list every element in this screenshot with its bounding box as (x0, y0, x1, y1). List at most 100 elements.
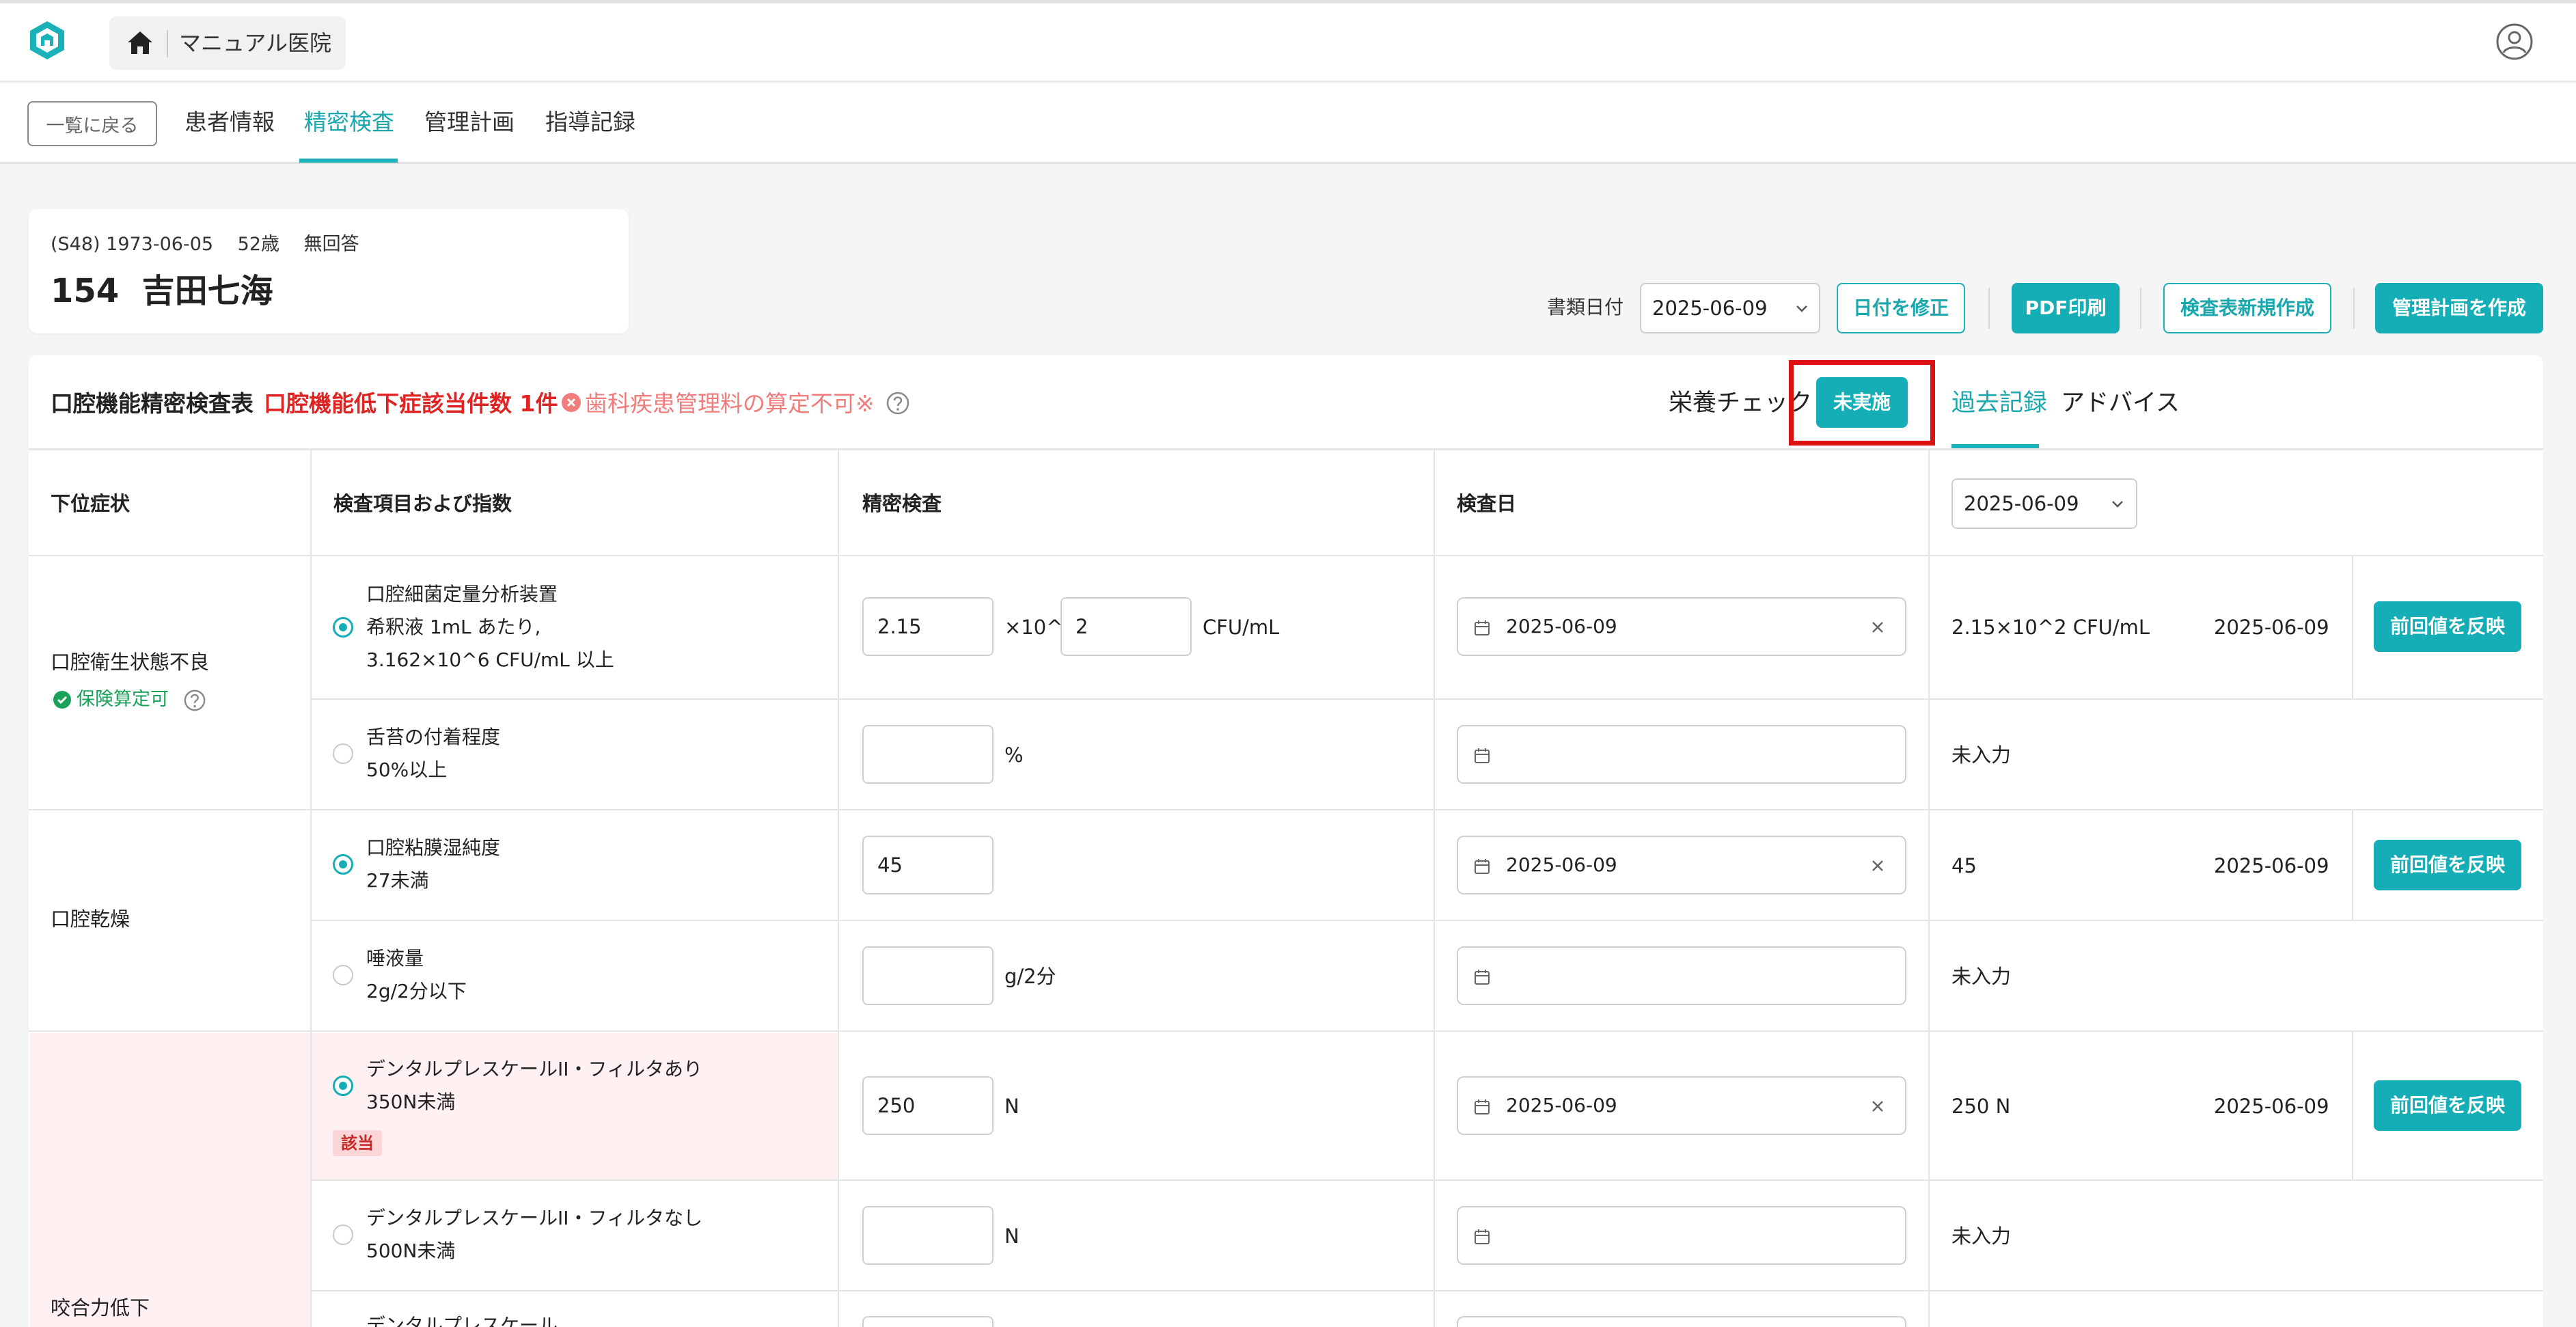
back-to-list-button[interactable]: 一覧に戻る (27, 101, 157, 146)
table-divider (29, 555, 2543, 556)
previous-value-empty: 未入力 (1951, 965, 2012, 988)
item-name: 舌苔の付着程度 (366, 726, 501, 748)
exam-value-input[interactable] (862, 1076, 994, 1135)
tab-detailed-exam[interactable]: 精密検査 (304, 107, 394, 138)
header-exam-date: 検査日 (1457, 492, 1517, 515)
row-select-radio[interactable] (333, 617, 353, 638)
unit-label: g/2分 (1004, 965, 1056, 988)
table-col-divider (2352, 809, 2353, 920)
table-col-divider (1928, 450, 1930, 1327)
tab-guidance-record[interactable]: 指導記録 (545, 107, 635, 138)
exam-value-input[interactable] (862, 1316, 994, 1327)
previous-value-empty: 未入力 (1951, 1225, 2012, 1248)
clear-icon[interactable] (1869, 1098, 1886, 1114)
toolbar-divider (1988, 288, 1990, 329)
apply-previous-button[interactable]: 前回値を反映 (2374, 601, 2521, 652)
exam-date-picker[interactable] (1457, 1316, 1906, 1327)
row-select-radio[interactable] (333, 1076, 353, 1096)
active-tab-indicator (299, 159, 398, 163)
tab-advice[interactable]: アドバイス (2061, 387, 2180, 420)
tab-management-plan[interactable]: 管理計画 (424, 107, 515, 138)
new-sheet-button[interactable]: 検査表新規作成 (2163, 283, 2331, 333)
symptom-oral-dryness: 口腔乾燥 (51, 907, 131, 931)
exam-date-picker[interactable]: 2025-06-09 (1457, 1076, 1906, 1135)
table-divider (29, 1030, 2543, 1032)
nutrition-status-button[interactable]: 未実施 (1816, 377, 1908, 428)
home-icon[interactable] (125, 28, 155, 58)
exponent-input[interactable] (1060, 597, 1192, 656)
error-circle-icon (562, 393, 581, 412)
table-col-divider (310, 450, 312, 1327)
table-divider (310, 1179, 2543, 1181)
table-col-divider (1434, 450, 1435, 1327)
clear-icon[interactable] (1869, 858, 1886, 874)
tab-past-records[interactable]: 過去記録 (1951, 387, 2047, 420)
toolbar-divider (2140, 288, 2141, 329)
row-select-radio[interactable] (333, 965, 353, 985)
applicable-badge: 該当 (333, 1130, 382, 1156)
doc-date-select[interactable]: 2025-06-09 (1640, 283, 1820, 333)
item-criteria: 27未満 (366, 869, 429, 892)
item-name: デンタルプレスケールII・フィルタあり (366, 1058, 702, 1080)
tab-patient-info[interactable]: 患者情報 (184, 107, 275, 138)
unit-label: CFU/mL (1203, 616, 1280, 639)
item-criteria: 350N未満 (366, 1091, 456, 1113)
calendar-icon (1475, 620, 1490, 635)
help-icon[interactable] (886, 391, 910, 415)
calendar-icon (1475, 1229, 1490, 1244)
pdf-print-button[interactable]: PDF印刷 (2012, 283, 2120, 333)
create-plan-button[interactable]: 管理計画を作成 (2375, 283, 2543, 333)
exam-value-input[interactable] (862, 836, 994, 894)
table-divider (29, 809, 2543, 810)
previous-value-empty: 未入力 (1951, 743, 2012, 767)
management-fee-error: 歯科疾患管理料の算定不可※ (585, 390, 875, 417)
unit-label: N (1004, 1095, 1019, 1118)
calendar-icon (1475, 1099, 1490, 1114)
calendar-icon (1475, 748, 1490, 763)
unit-label: % (1004, 743, 1024, 767)
exam-date-picker[interactable] (1457, 946, 1906, 1005)
help-icon[interactable] (183, 689, 206, 712)
clinic-name[interactable]: マニュアル医院 (179, 27, 331, 59)
exam-value-input[interactable] (862, 725, 994, 784)
table-divider (310, 1290, 2543, 1291)
exam-value-input[interactable] (862, 597, 994, 656)
exam-value-input[interactable] (862, 1206, 994, 1265)
sheet-title: 口腔機能精密検査表 (51, 390, 254, 417)
item-name: 唾液量 (366, 947, 424, 970)
apply-previous-button[interactable]: 前回値を反映 (2374, 1080, 2521, 1131)
exam-value-input[interactable] (862, 946, 994, 1005)
applicable-count: 口腔機能低下症該当件数 1件 (264, 390, 558, 417)
top-bar (0, 0, 2576, 82)
chevron-down-icon (2112, 501, 2123, 508)
symptom-bite-force: 咬合力低下 (51, 1296, 150, 1319)
unit-label: N (1004, 1225, 1019, 1248)
doc-date-label: 書類日付 (1547, 296, 1624, 318)
compare-date-select[interactable]: 2025-06-09 (1951, 478, 2137, 529)
item-name: デンタルプレスケールII・フィルタなし (366, 1207, 702, 1229)
row-select-radio[interactable] (333, 1225, 353, 1245)
exam-date-picker[interactable]: 2025-06-09 (1457, 836, 1906, 894)
apply-previous-button[interactable]: 前回値を反映 (2374, 840, 2521, 890)
fix-date-button[interactable]: 日付を修正 (1837, 283, 1965, 333)
previous-date: 2025-06-09 (2214, 854, 2329, 877)
clear-icon[interactable] (1869, 619, 1886, 635)
row-select-radio[interactable] (333, 854, 353, 875)
patient-name: 154 吉田七海 (51, 272, 273, 310)
item-criteria: 2g/2分以下 (366, 980, 467, 1002)
times-label: ×10^ (1004, 616, 1063, 639)
row-select-radio[interactable] (333, 743, 353, 764)
account-icon[interactable] (2495, 23, 2534, 61)
app-logo-icon[interactable] (26, 19, 68, 61)
item-name: 口腔粘膜湿純度 (366, 836, 501, 859)
doc-date-value: 2025-06-09 (1652, 297, 1768, 320)
exam-date-picker[interactable] (1457, 1206, 1906, 1265)
exam-date-value: 2025-06-09 (1506, 615, 1617, 638)
previous-date: 2025-06-09 (2214, 616, 2329, 639)
exam-date-picker[interactable]: 2025-06-09 (1457, 597, 1906, 656)
check-circle-icon (53, 691, 71, 709)
header-exam: 精密検査 (862, 492, 942, 515)
compare-date-value: 2025-06-09 (1964, 492, 2079, 515)
table-col-divider (2352, 555, 2353, 698)
exam-date-picker[interactable] (1457, 725, 1906, 784)
